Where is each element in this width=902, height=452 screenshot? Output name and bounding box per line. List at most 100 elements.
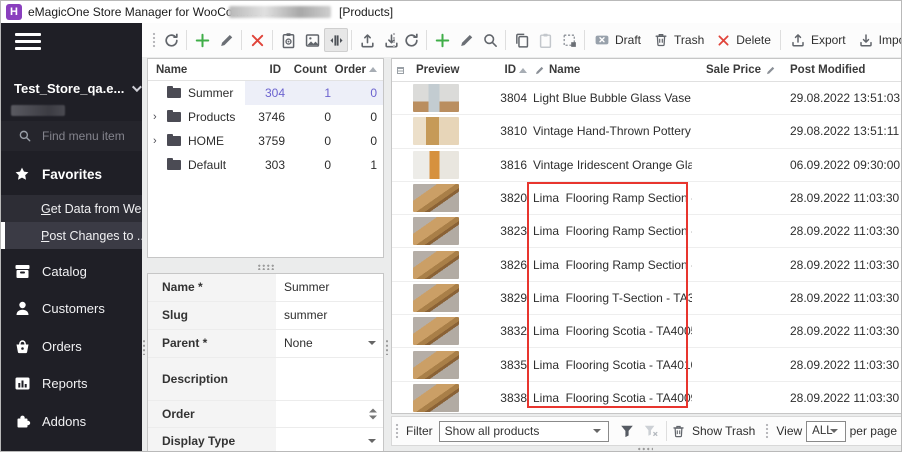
- upload-button[interactable]: [355, 28, 379, 52]
- add-button[interactable]: [190, 28, 214, 52]
- product-row[interactable]: 3816 Vintage Iridescent Orange Glass Car…: [392, 149, 901, 182]
- draft-button[interactable]: Draft: [588, 28, 647, 52]
- filter-select[interactable]: Show all products: [439, 421, 609, 442]
- trash-button[interactable]: Trash: [647, 28, 710, 52]
- display-type-select[interactable]: [276, 428, 383, 452]
- column-header-order[interactable]: Order: [333, 64, 383, 76]
- draft-badge-icon: [594, 32, 610, 48]
- copy-button[interactable]: [509, 28, 533, 52]
- show-trash-button[interactable]: [670, 419, 688, 443]
- column-header-name[interactable]: Name: [530, 64, 692, 76]
- description-field[interactable]: [276, 358, 383, 401]
- products-rows: 3804 Light Blue Bubble Glass Vase Signed…: [392, 82, 901, 414]
- sidebar-item-catalog[interactable]: Catalog: [1, 254, 142, 288]
- import-button[interactable]: Import: [852, 28, 902, 52]
- paste-view-button[interactable]: [276, 28, 300, 52]
- product-row[interactable]: 3832 Lima Flooring Scotia - TA4005 28.09…: [392, 315, 901, 348]
- export-button[interactable]: Export: [784, 28, 852, 52]
- sidebar-item-post-changes[interactable]: Post Changes to ...: [1, 222, 142, 249]
- paste-icon: [537, 32, 554, 49]
- order-spinner[interactable]: [276, 401, 383, 427]
- apply-filter-button[interactable]: [615, 419, 639, 443]
- product-row[interactable]: 3820 Lima Flooring Ramp Section - TA200 …: [392, 182, 901, 215]
- product-post-modified: 28.09.2022 11:03:30: [776, 324, 901, 338]
- category-order: 0: [337, 86, 383, 100]
- spinner-arrows-icon[interactable]: [369, 409, 377, 420]
- product-post-modified: 28.09.2022 11:03:30: [776, 391, 901, 405]
- category-id: 3759: [245, 134, 291, 148]
- panel-splitter-handle[interactable]: [385, 339, 390, 355]
- search-products-button[interactable]: [478, 28, 502, 52]
- add-icon: [194, 32, 211, 49]
- column-header-preview[interactable]: Preview: [408, 64, 464, 76]
- category-tree-row[interactable]: › Summer 304 1 0: [148, 81, 383, 105]
- category-count: 0: [291, 134, 337, 148]
- edit-button[interactable]: [214, 28, 238, 52]
- parent-select[interactable]: None: [276, 330, 383, 357]
- paste-special-button[interactable]: [557, 28, 581, 52]
- delete-x-icon: [249, 32, 266, 49]
- order-label: Order: [148, 401, 276, 427]
- sidebar-item-orders[interactable]: Orders: [1, 329, 142, 363]
- show-trash-label[interactable]: Show Trash: [692, 424, 755, 438]
- slug-field[interactable]: summer: [276, 302, 383, 329]
- delete-button[interactable]: [245, 28, 269, 52]
- product-preview-image: [413, 84, 459, 112]
- hamburger-menu-icon[interactable]: [15, 33, 41, 50]
- name-field[interactable]: Summer: [276, 274, 383, 301]
- horizontal-splitter-handle[interactable]: [257, 264, 275, 270]
- expand-chevron-icon[interactable]: ›: [153, 136, 163, 147]
- product-post-modified: 06.09.2022 09:30:00: [776, 158, 901, 172]
- product-row[interactable]: 3838 Lima Flooring Scotia - TA4009 28.09…: [392, 382, 901, 414]
- refresh-button[interactable]: [159, 28, 183, 52]
- sidebar-item-favorites[interactable]: Favorites: [1, 159, 142, 189]
- refresh-products-button[interactable]: [399, 28, 423, 52]
- split-view-button[interactable]: [324, 28, 348, 52]
- paste-special-icon: [561, 32, 578, 49]
- folder-icon: [167, 160, 181, 170]
- column-header-name[interactable]: Name: [148, 64, 241, 76]
- view-select[interactable]: ALL: [806, 421, 845, 442]
- bottom-splitter-handle[interactable]: [637, 447, 653, 451]
- sidebar-item-get-data-from-web[interactable]: Get Data from Web: [1, 195, 142, 222]
- toolbar-grip-icon[interactable]: [765, 423, 769, 439]
- category-tree-row[interactable]: › Default 303 0 1: [148, 153, 383, 177]
- column-header-id[interactable]: ID: [464, 64, 530, 76]
- column-header-sale-price[interactable]: Sale Price: [692, 64, 776, 76]
- column-header-post-modified[interactable]: Post Modified: [776, 64, 901, 76]
- product-name: Vintage Iridescent Orange Glass Car: [530, 158, 692, 172]
- sidebar-item-reports[interactable]: Reports: [1, 366, 142, 400]
- product-post-modified: 28.09.2022 11:03:30: [776, 191, 901, 205]
- toolbar-grip-icon[interactable]: [395, 423, 399, 439]
- expand-chevron-icon[interactable]: ›: [153, 112, 163, 123]
- add-product-button[interactable]: [430, 28, 454, 52]
- column-header-id[interactable]: ID: [241, 64, 287, 76]
- column-header-count[interactable]: Count: [287, 64, 333, 76]
- clear-filter-button[interactable]: [639, 419, 663, 443]
- sidebar-search[interactable]: Find menu item: [1, 121, 142, 151]
- store-selector[interactable]: Test_Store_qa.e...: [1, 75, 142, 101]
- funnel-clear-icon: [643, 423, 659, 439]
- category-tree-row[interactable]: › HOME 3759 0 0: [148, 129, 383, 153]
- product-row[interactable]: 3826 Lima Flooring Ramp Section - TA201 …: [392, 248, 901, 281]
- toolbar-grip-icon[interactable]: [152, 32, 156, 48]
- export-icon: [790, 32, 806, 48]
- product-row[interactable]: 3810 Vintage Hand-Thrown Pottery Vase | …: [392, 115, 901, 148]
- per-page-label: per page: [850, 424, 897, 438]
- sidebar-item-tools[interactable]: Tools: [1, 441, 142, 452]
- delete-product-button[interactable]: Delete: [710, 28, 777, 52]
- edit-product-button[interactable]: [454, 28, 478, 52]
- product-post-modified: 28.09.2022 11:03:30: [776, 224, 901, 238]
- sidebar-item-customers[interactable]: Customers: [1, 291, 142, 325]
- paste-button[interactable]: [533, 28, 557, 52]
- product-row[interactable]: 3829 Lima Flooring T-Section - TA3004 28…: [392, 282, 901, 315]
- row-indicator-column: [392, 67, 408, 74]
- image-button[interactable]: [300, 28, 324, 52]
- product-row[interactable]: 3804 Light Blue Bubble Glass Vase Signed…: [392, 82, 901, 115]
- sidebar-item-addons[interactable]: Addons: [1, 404, 142, 438]
- product-row[interactable]: 3835 Lima Flooring Scotia - TA4010 28.09…: [392, 348, 901, 381]
- product-row[interactable]: 3823 Lima Flooring Ramp Section - TA201 …: [392, 215, 901, 248]
- category-tree-row[interactable]: › Products 3746 0 0: [148, 105, 383, 129]
- edit-pencil-icon: [765, 65, 776, 76]
- toolbar-grip-icon[interactable]: [392, 32, 396, 48]
